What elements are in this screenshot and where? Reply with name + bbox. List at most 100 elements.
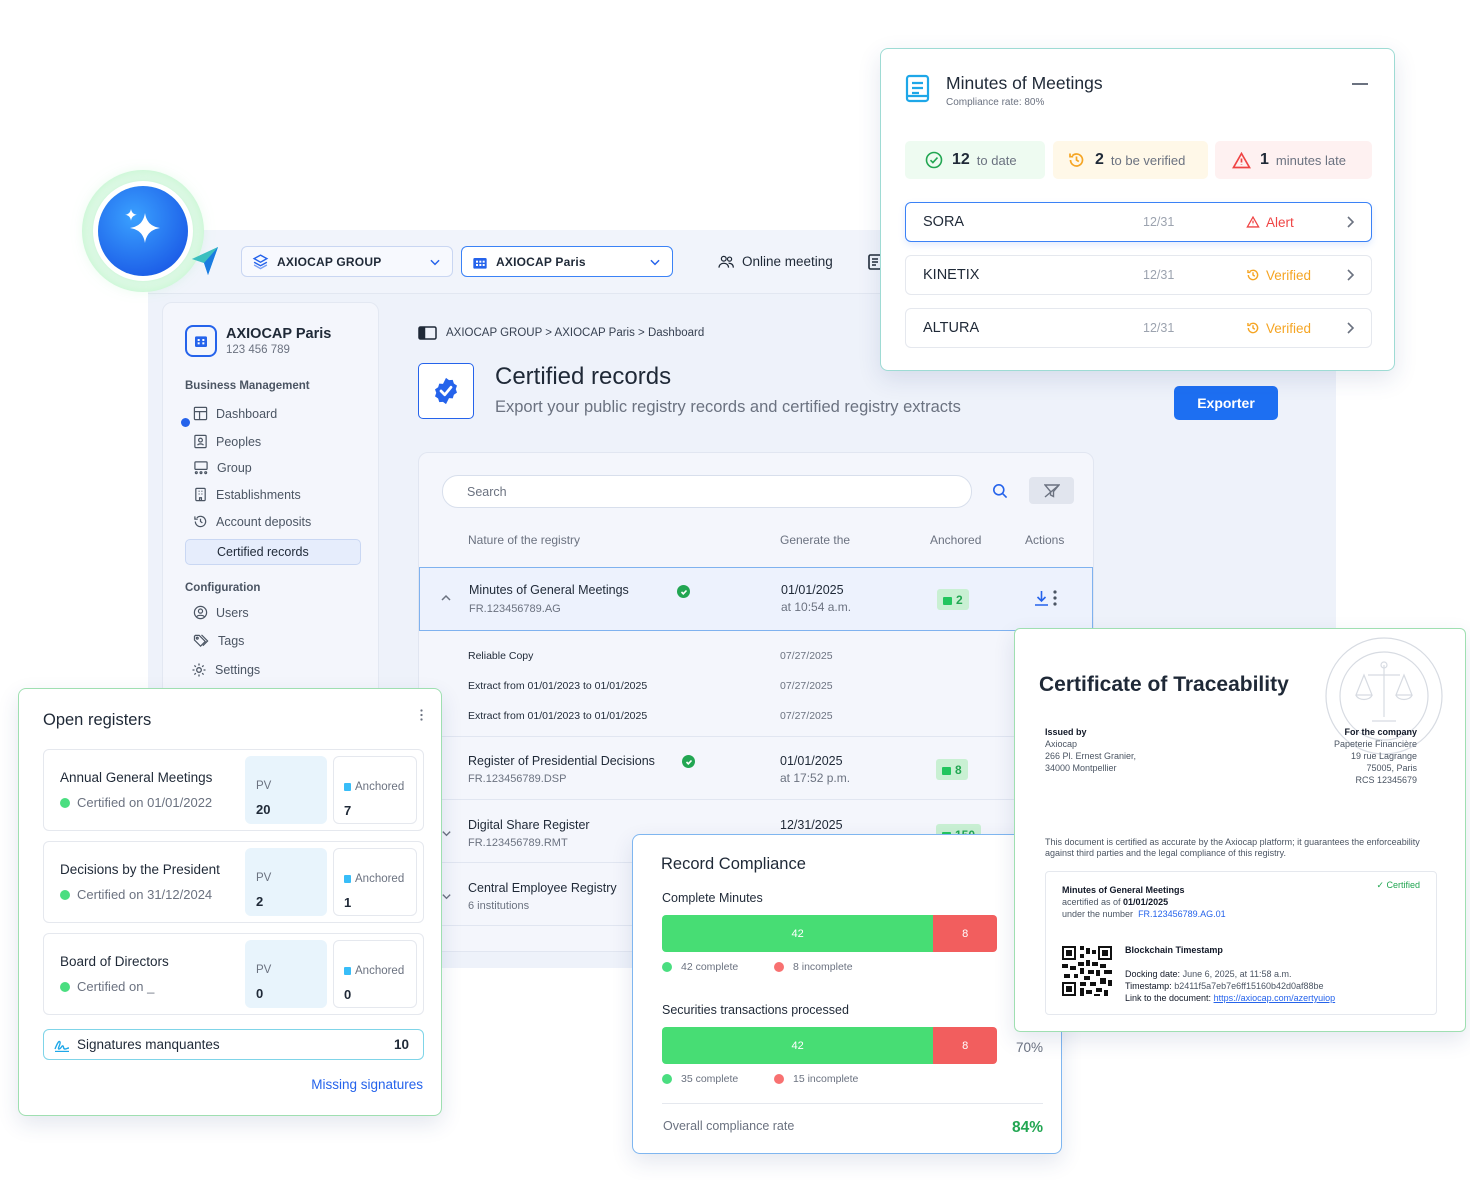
table-row[interactable]: Register of Presidential Decisions FR.12… xyxy=(419,737,1093,800)
register-certified: Certified on _ xyxy=(60,979,154,994)
pv-value: 20 xyxy=(256,802,271,817)
warning-icon xyxy=(1246,216,1260,228)
pv-value: 2 xyxy=(256,894,264,909)
minimize-button[interactable] xyxy=(1352,83,1368,85)
chevron-up-icon[interactable] xyxy=(440,592,452,604)
sidebar-item-label: Settings xyxy=(215,663,261,677)
online-meeting-button[interactable]: Online meeting xyxy=(718,254,833,269)
layers-icon xyxy=(252,254,269,270)
anchored-box: Anchored 7 xyxy=(333,756,417,824)
signatures-count: 10 xyxy=(393,1037,409,1052)
org-building-icon xyxy=(185,325,217,357)
company-row-sora[interactable]: SORA 12/31 Alert xyxy=(905,202,1372,242)
group-select[interactable]: AXIOCAP GROUP xyxy=(241,246,453,277)
group-icon xyxy=(194,461,208,475)
company-status: Verified xyxy=(1246,321,1311,336)
company-row-altura[interactable]: ALTURA 12/31 Verified xyxy=(905,308,1372,348)
sub-row-label[interactable]: Extract from 01/01/2023 to 01/01/2025 xyxy=(468,680,647,692)
acertified-prefix: acertified as of xyxy=(1062,897,1121,907)
kpi-label: to date xyxy=(976,152,1017,168)
doc-number: FR.123456789.AG.01 xyxy=(1138,909,1226,919)
sub-row-label[interactable]: Extract from 01/01/2023 to 01/01/2025 xyxy=(468,710,647,722)
chevron-down-icon[interactable] xyxy=(441,828,452,839)
column-header-nature[interactable]: Nature of the registry xyxy=(468,533,580,547)
filter-button[interactable] xyxy=(1029,477,1074,504)
sidebar-item-dashboard[interactable]: Dashboard xyxy=(193,406,277,421)
lock-icon xyxy=(344,783,351,791)
column-header-actions: Actions xyxy=(1025,533,1065,547)
sidebar-item-label: Establishments xyxy=(216,487,301,502)
anchored-box: Anchored 0 xyxy=(333,940,417,1008)
anchored-label-text: Anchored xyxy=(355,781,405,793)
column-header-generated[interactable]: Generate the xyxy=(780,533,850,547)
sidebar-item-peoples[interactable]: Peoples xyxy=(193,434,261,449)
office-building-icon xyxy=(195,487,206,502)
cross-dot-icon xyxy=(774,1074,784,1084)
lock-icon xyxy=(344,967,351,975)
kpi-label: to be verified xyxy=(1110,152,1186,168)
breadcrumb-text: AXIOCAP GROUP > AXIOCAP Paris > Dashboar… xyxy=(446,327,705,339)
company-row-kinetix[interactable]: KINETIX 12/31 Verified xyxy=(905,255,1372,295)
row-time: at 10:54 a.m. xyxy=(781,600,852,614)
download-icon[interactable] xyxy=(1034,590,1049,606)
acertified-date: 01/01/2025 xyxy=(1123,897,1169,907)
panel-icon[interactable] xyxy=(418,326,437,340)
minutes-compliance: Compliance rate: 80% xyxy=(946,97,1045,108)
sidebar-item-label: Account deposits xyxy=(216,514,312,529)
register-item[interactable]: Decisions by the President Certified on … xyxy=(43,841,424,923)
compliance-block-label: Securities transactions processed xyxy=(662,1003,849,1017)
kpi-value: 1 xyxy=(1260,151,1269,168)
chevron-down-icon xyxy=(650,259,660,265)
compliance-title: Record Compliance xyxy=(661,855,806,873)
sidebar-item-settings[interactable]: Settings xyxy=(191,662,260,678)
check-dot-icon xyxy=(662,962,672,972)
more-vertical-icon[interactable] xyxy=(420,707,423,723)
minutes-title: Minutes of Meetings xyxy=(946,73,1103,93)
export-button[interactable]: Exporter xyxy=(1174,386,1278,420)
certificate-statement: This document is certified as accurate b… xyxy=(1045,837,1420,858)
more-vertical-icon[interactable] xyxy=(1053,590,1057,606)
filter-off-icon xyxy=(1043,483,1060,498)
sidebar-item-label: Group xyxy=(217,460,252,475)
divider xyxy=(662,1103,1043,1104)
breadcrumb: AXIOCAP GROUP > AXIOCAP Paris > Dashboar… xyxy=(418,326,704,340)
company-block: For the company Papeterie Financière 19 … xyxy=(1334,726,1417,786)
register-item[interactable]: Board of Directors Certified on _ PV 0 A… xyxy=(43,933,424,1015)
active-indicator xyxy=(181,418,190,427)
sidebar-item-establishments[interactable]: Establishments xyxy=(193,487,301,502)
section-configuration: Configuration xyxy=(185,582,261,594)
qr-code-icon xyxy=(1062,946,1112,996)
search-icon[interactable] xyxy=(992,483,1008,499)
document-link[interactable]: https://axiocap.com/azertyuiop xyxy=(1214,993,1336,1003)
sidebar-item-account-deposits[interactable]: Account deposits xyxy=(193,514,311,529)
company-date: 12/31 xyxy=(1143,268,1175,282)
missing-signatures-row[interactable]: Signatures manquantes 10 xyxy=(43,1029,424,1060)
anchored-count: 2 xyxy=(956,592,963,607)
status-dot-icon xyxy=(60,889,70,900)
ai-assistant-button[interactable] xyxy=(98,186,188,276)
verified-badge-icon xyxy=(418,363,474,419)
sidebar-item-tags[interactable]: Tags xyxy=(193,633,244,648)
sidebar-item-certified-records[interactable]: Certified records xyxy=(185,539,361,565)
book-icon xyxy=(905,74,930,103)
search-input[interactable]: Search xyxy=(442,475,972,508)
sidebar-item-group[interactable]: Group xyxy=(193,460,252,475)
column-header-anchored[interactable]: Anchored xyxy=(930,533,981,547)
table-row[interactable]: Minutes of General Meetings FR.123456789… xyxy=(419,567,1093,631)
company-name: SORA xyxy=(923,214,965,230)
sidebar-item-users[interactable]: Users xyxy=(193,605,249,620)
entity-select[interactable]: AXIOCAP Paris xyxy=(461,246,673,277)
chevron-down-icon[interactable] xyxy=(441,891,452,902)
kpi-to-be-verified: 2 to be verified xyxy=(1053,141,1208,179)
anchored-count: 8 xyxy=(955,762,962,777)
sidebar-item-label: Users xyxy=(216,605,249,620)
contact-card-icon xyxy=(194,434,207,449)
anchored-label-text: Anchored xyxy=(355,965,405,977)
tag-icon xyxy=(193,634,209,647)
register-item[interactable]: Annual General Meetings Certified on 01/… xyxy=(43,749,424,831)
check-dot-icon xyxy=(662,1074,672,1084)
missing-signatures-link[interactable]: Missing signatures xyxy=(311,1077,423,1092)
sub-row-label[interactable]: Reliable Copy xyxy=(468,650,533,662)
org-name: AXIOCAP Paris xyxy=(226,326,332,342)
warning-icon xyxy=(1232,151,1251,168)
